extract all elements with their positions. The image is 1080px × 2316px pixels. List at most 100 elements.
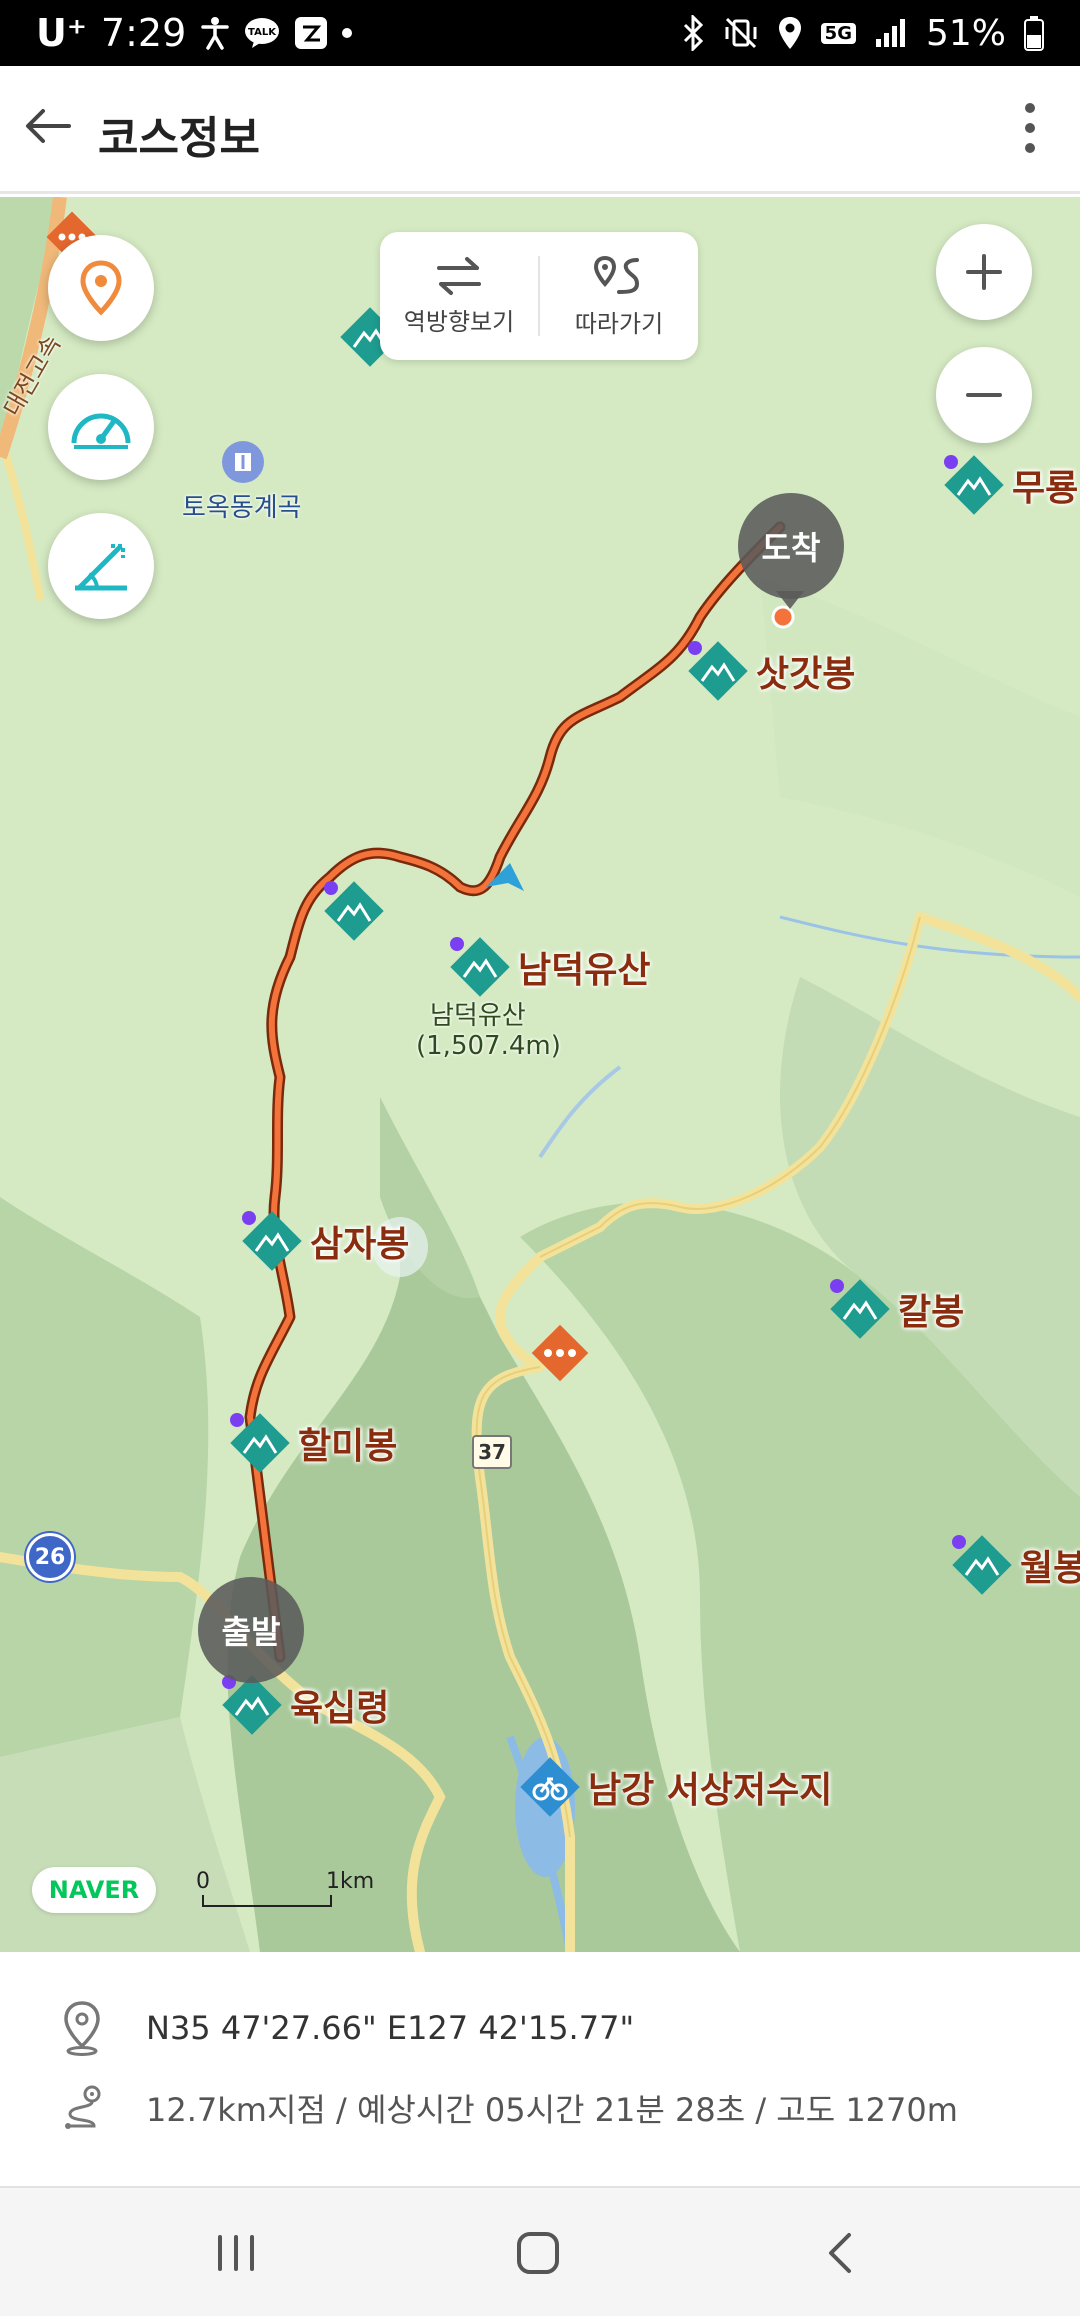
arrival-label: 도착 [761, 529, 821, 567]
coordinates-text: N35 47'27.66" E127 42'15.77" [146, 2009, 635, 2047]
reservoir-label: 남강 서상저수지 [588, 1770, 833, 1811]
home-button[interactable] [498, 2218, 578, 2288]
mountain-icon [952, 1535, 1012, 1595]
arrival-pin[interactable]: 도착 [738, 493, 844, 599]
route-direction-toggle: 역방향보기 따라가기 [380, 232, 698, 360]
recent-apps-button[interactable] [196, 2218, 276, 2288]
naver-logo: NAVER [32, 1867, 156, 1913]
mountain-icon [324, 881, 384, 941]
back-chevron-icon [829, 2233, 851, 2273]
summit-elevation-label: (1,507.4m) [416, 1031, 561, 1061]
location-outline-icon [60, 2000, 104, 2056]
zoom-in-button[interactable] [936, 224, 1032, 320]
summit-name-label: 남덕유산 [430, 1001, 526, 1031]
peak-unnamed-ridge[interactable] [324, 881, 384, 941]
route-point-icon [60, 2080, 104, 2136]
location-icon [777, 15, 803, 51]
app-bar: 코스정보 [0, 66, 1080, 194]
back-button[interactable] [18, 96, 78, 156]
zoom-out-button[interactable] [936, 347, 1032, 443]
mountain-icon [242, 1211, 302, 1271]
more-options-button[interactable] [1000, 96, 1060, 160]
progress-row: 12.7km지점 / 예상시간 05시간 21분 28초 / 고도 1270m [60, 2080, 958, 2136]
notification-dot-icon [342, 28, 353, 38]
peak-halmibong[interactable]: 할미봉 [230, 1413, 397, 1473]
clock: 7:29 [100, 11, 187, 55]
scale-line [202, 1895, 332, 1907]
progress-detail-text: 12.7km지점 / 예상시간 05시간 21분 28초 / 고도 1270m [146, 2091, 958, 2129]
course-info-panel: N35 47'27.66" E127 42'15.77" 12.7km지점 / … [0, 1952, 1080, 2182]
start-pin[interactable]: 출발 [198, 1577, 304, 1683]
carrier-label: U⁺ [36, 11, 87, 55]
peak-label: 칼봉 [898, 1292, 965, 1333]
plus-icon [966, 254, 1002, 290]
mountain-icon [944, 455, 1004, 515]
follow-route-label: 따라가기 [574, 309, 664, 338]
mountain-icon [688, 641, 748, 701]
swap-arrows-icon [437, 256, 481, 295]
route-26-shield: 26 [26, 1533, 74, 1581]
page-title: 코스정보 [98, 113, 260, 164]
back-arrow-icon [26, 109, 71, 143]
reverse-direction-button[interactable]: 역방향보기 [380, 232, 538, 360]
peak-satgatbong[interactable]: 삿갓봉 [688, 641, 855, 701]
5g-icon: 5G [820, 22, 856, 44]
start-label: 출발 [221, 1613, 281, 1651]
signal-icon [874, 17, 908, 49]
elevation-slope-icon [75, 544, 127, 591]
peak-label: 무룡 [1012, 468, 1079, 509]
map-scale-bar: 0 1km [196, 1869, 376, 1909]
current-location-button[interactable] [48, 235, 154, 341]
peak-kalbong[interactable]: 칼봉 [830, 1279, 964, 1339]
reservoir-marker[interactable]: 남강 서상저수지 [520, 1757, 832, 1817]
kakaotalk-icon: TALK [244, 17, 280, 49]
peak-muryong[interactable]: 무룡 [944, 455, 1078, 515]
peak-label: 삿갓봉 [756, 654, 856, 695]
status-bar: U⁺ 7:29 TALK 5G 51% [0, 0, 1080, 66]
follow-route-button[interactable]: 따라가기 [540, 232, 698, 360]
bluetooth-icon [681, 15, 705, 51]
shelter-marker-mid[interactable] [528, 1321, 592, 1385]
minus-icon [966, 393, 1002, 397]
scale-zero-label: 0 [196, 1869, 210, 1894]
system-nav-bar [0, 2186, 1080, 2316]
vibrate-mute-icon [723, 15, 759, 51]
accessibility-icon [200, 16, 230, 50]
reverse-direction-label: 역방향보기 [403, 307, 515, 336]
svg-text:TALK: TALK [248, 27, 277, 38]
battery-icon [1024, 15, 1044, 51]
peak-yuksimnyeong[interactable]: 육십령 [222, 1675, 389, 1735]
speedometer-icon [71, 413, 131, 449]
route-37-shield: 37 [472, 1435, 512, 1469]
speedometer-button[interactable] [48, 374, 154, 480]
valley-label: 토옥동계곡 [182, 493, 302, 523]
location-pin-icon [80, 260, 122, 316]
home-icon [517, 2232, 559, 2274]
bicycle-icon [520, 1757, 580, 1817]
peak-label: 육십령 [290, 1688, 390, 1729]
peak-wolbong[interactable]: 월봉 [952, 1535, 1080, 1595]
peak-label: 월봉 [1020, 1548, 1080, 1589]
map-view[interactable]: 대전고속 토옥동계곡 남덕유산 (1,507.4m) 37 26 삿갓봉 무룡 … [0, 197, 1080, 1952]
peak-label: 삼자봉 [310, 1224, 410, 1265]
route-follow-icon [593, 255, 640, 294]
mountain-icon [222, 1675, 282, 1735]
mountain-icon [450, 937, 510, 997]
scale-km-label: 1km [326, 1869, 375, 1894]
map-background [0, 197, 1080, 1952]
peak-samjabong[interactable]: 삼자봉 [242, 1211, 409, 1271]
mountain-icon [230, 1413, 290, 1473]
elevation-button[interactable] [48, 513, 154, 619]
battery-percent: 51% [925, 12, 1006, 54]
more-vertical-icon [1025, 103, 1035, 153]
arrival-pin-tail [776, 591, 804, 609]
peak-namdeokyusan[interactable]: 남덕유산 [450, 937, 650, 997]
system-back-button[interactable] [800, 2218, 880, 2288]
peak-label: 할미봉 [298, 1426, 398, 1467]
peak-label: 남덕유산 [518, 950, 651, 991]
coordinates-row: N35 47'27.66" E127 42'15.77" [60, 2000, 634, 2056]
mountain-icon [830, 1279, 890, 1339]
valley-poi-icon [222, 441, 264, 483]
shelter-icon [531, 1324, 589, 1382]
recent-apps-icon [218, 2235, 254, 2271]
